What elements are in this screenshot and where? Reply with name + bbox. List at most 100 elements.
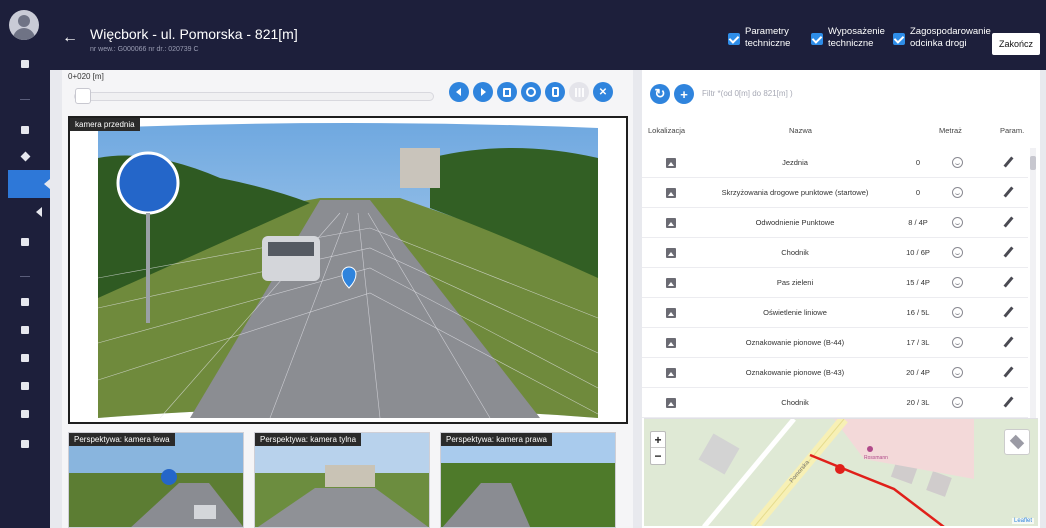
sidebar-item-dashboard[interactable] [0, 50, 50, 78]
table-scrollbar-thumb[interactable] [1030, 156, 1036, 170]
filter-input[interactable]: Filtr *(od 0[m] do 821[m] ) [702, 89, 793, 98]
map-poi-label: Rossmann [864, 455, 888, 461]
image-icon[interactable] [666, 338, 676, 348]
status-smile-icon [952, 397, 963, 408]
table-row[interactable]: Chodnik 10 / 6P [642, 238, 1028, 268]
layers-button[interactable] [1004, 429, 1030, 455]
pencil-icon[interactable] [1003, 366, 1014, 378]
pencil-icon[interactable] [1003, 336, 1014, 348]
thumbnail-right-camera[interactable]: Perspektywa: kamera prawa [440, 432, 616, 528]
features-table: Jezdnia 0 Skrzyżowania drogowe punktowe … [642, 148, 1040, 418]
caret-left-icon [36, 207, 42, 217]
zoom-in-button[interactable]: + [651, 432, 665, 448]
pencil-icon[interactable] [1003, 276, 1014, 288]
sidebar-item-documents[interactable] [0, 116, 50, 144]
thumbnail-rear-camera[interactable]: Perspektywa: kamera tylna [254, 432, 430, 528]
device-button[interactable] [545, 82, 565, 102]
sidebar-item-settings[interactable] [0, 400, 50, 428]
checkbox-wyposazenie-techniczne[interactable]: Wyposażenie techniczne [811, 26, 885, 50]
image-icon[interactable] [666, 248, 676, 258]
image-icon[interactable] [666, 308, 676, 318]
arrow-left-icon[interactable]: ← [62, 30, 78, 46]
pencil-icon[interactable] [1003, 186, 1014, 198]
map-attribution[interactable]: Leaflet [1011, 518, 1034, 524]
status-smile-icon [952, 277, 963, 288]
next-button[interactable] [473, 82, 493, 102]
refresh-button[interactable]: ↻ [650, 84, 670, 104]
poi-marker-icon [867, 446, 873, 452]
pencil-icon[interactable] [1003, 306, 1014, 318]
sidebar-divider [0, 262, 50, 290]
copy-icon [21, 354, 29, 362]
target-button[interactable] [521, 82, 541, 102]
camera-label: kamera przednia [70, 118, 140, 131]
status-smile-icon [952, 157, 963, 168]
table-row[interactable]: Chodnik 20 / 3L [642, 388, 1028, 418]
table-row[interactable]: Jezdnia 0 [642, 148, 1028, 178]
sidebar-item-files[interactable] [0, 372, 50, 400]
device-icon [551, 87, 559, 97]
chevron-right-icon [481, 88, 486, 96]
sidebar-item-roads-active[interactable] [8, 170, 50, 198]
sidebar [0, 0, 50, 528]
sidebar-item-inventory[interactable] [0, 228, 50, 256]
table-row[interactable]: Odwodnienie Punktowe 8 / 4P [642, 208, 1028, 238]
avatar[interactable] [9, 10, 39, 40]
layers-icon [1009, 434, 1025, 450]
checkbox-parametry-techniczne[interactable]: Parametry techniczne [728, 26, 790, 50]
chevron-left-icon [456, 88, 461, 96]
table-row[interactable]: Pas zieleni 15 / 4P [642, 268, 1028, 298]
checkbox-zagospodarowanie[interactable]: Zagospodarowanie odcinka drogi [893, 26, 991, 50]
sidebar-item-layers[interactable] [0, 316, 50, 344]
image-icon[interactable] [666, 368, 676, 378]
zoom-out-button[interactable]: − [651, 448, 665, 464]
distance-slider-handle[interactable] [75, 88, 91, 104]
dashboard-icon [21, 60, 29, 68]
sidebar-item-home[interactable] [0, 430, 50, 458]
table-row[interactable]: Oznakowanie pionowe (B-44) 17 / 3L [642, 328, 1028, 358]
distance-label: 0+020 [m] [68, 72, 104, 81]
files-icon [21, 382, 29, 390]
image-icon[interactable] [666, 278, 676, 288]
pencil-icon[interactable] [1003, 246, 1014, 258]
column-header-nazwa[interactable]: Nazwa [789, 126, 812, 135]
table-row[interactable]: Skrzyżowania drogowe punktowe (startowe)… [642, 178, 1028, 208]
layers-icon [21, 326, 29, 334]
map-tiles: Pomorska Rossmann [644, 419, 1038, 526]
sidebar-item-collapse[interactable] [0, 198, 50, 226]
map-view-button[interactable] [497, 82, 517, 102]
pencil-icon[interactable] [1003, 396, 1014, 408]
end-button[interactable]: Zakończ [992, 33, 1040, 55]
column-header-param[interactable]: Param. [1000, 126, 1024, 135]
image-icon[interactable] [666, 158, 676, 168]
grid-button[interactable] [569, 82, 589, 102]
sidebar-item-reports[interactable] [0, 288, 50, 316]
sidebar-item-copy[interactable] [0, 344, 50, 372]
table-row[interactable]: Oświetlenie liniowe 16 / 5L [642, 298, 1028, 328]
image-icon[interactable] [666, 218, 676, 228]
pencil-icon[interactable] [1003, 156, 1014, 168]
pencil-icon[interactable] [1003, 216, 1014, 228]
table-scrollbar[interactable] [1030, 148, 1036, 418]
page-subtitle: nr wew.: G000066 nr dr.: 020739 C [90, 46, 199, 53]
grid-icon [574, 87, 584, 97]
table-row[interactable]: Oznakowanie pionowe (B-43) 20 / 4P [642, 358, 1028, 388]
thumbnail-left-camera[interactable]: Perspektywa: kamera lewa [68, 432, 244, 528]
map-view[interactable]: Pomorska Rossmann + − Leaflet [644, 418, 1038, 526]
column-header-metraz[interactable]: Metraż [939, 126, 962, 135]
thumbnail-image [441, 433, 615, 527]
crosshair-off-button[interactable]: ✕ [593, 82, 613, 102]
status-smile-icon [952, 367, 963, 378]
prev-button[interactable] [449, 82, 469, 102]
add-button[interactable]: + [674, 84, 694, 104]
distance-slider[interactable] [74, 92, 434, 101]
main-camera-view[interactable]: kamera przednia [68, 116, 628, 424]
image-icon[interactable] [666, 398, 676, 408]
camera-label: Perspektywa: kamera prawa [441, 433, 552, 446]
plus-icon: + [680, 86, 688, 102]
refresh-icon: ↻ [654, 86, 666, 101]
image-icon[interactable] [666, 188, 676, 198]
sidebar-item-location[interactable] [0, 142, 50, 170]
viewer-panel: 0+020 [m] ✕ kamera przednia Perspektywa:… [62, 70, 633, 528]
column-header-lokalizacja[interactable]: Lokalizacja [648, 126, 685, 135]
